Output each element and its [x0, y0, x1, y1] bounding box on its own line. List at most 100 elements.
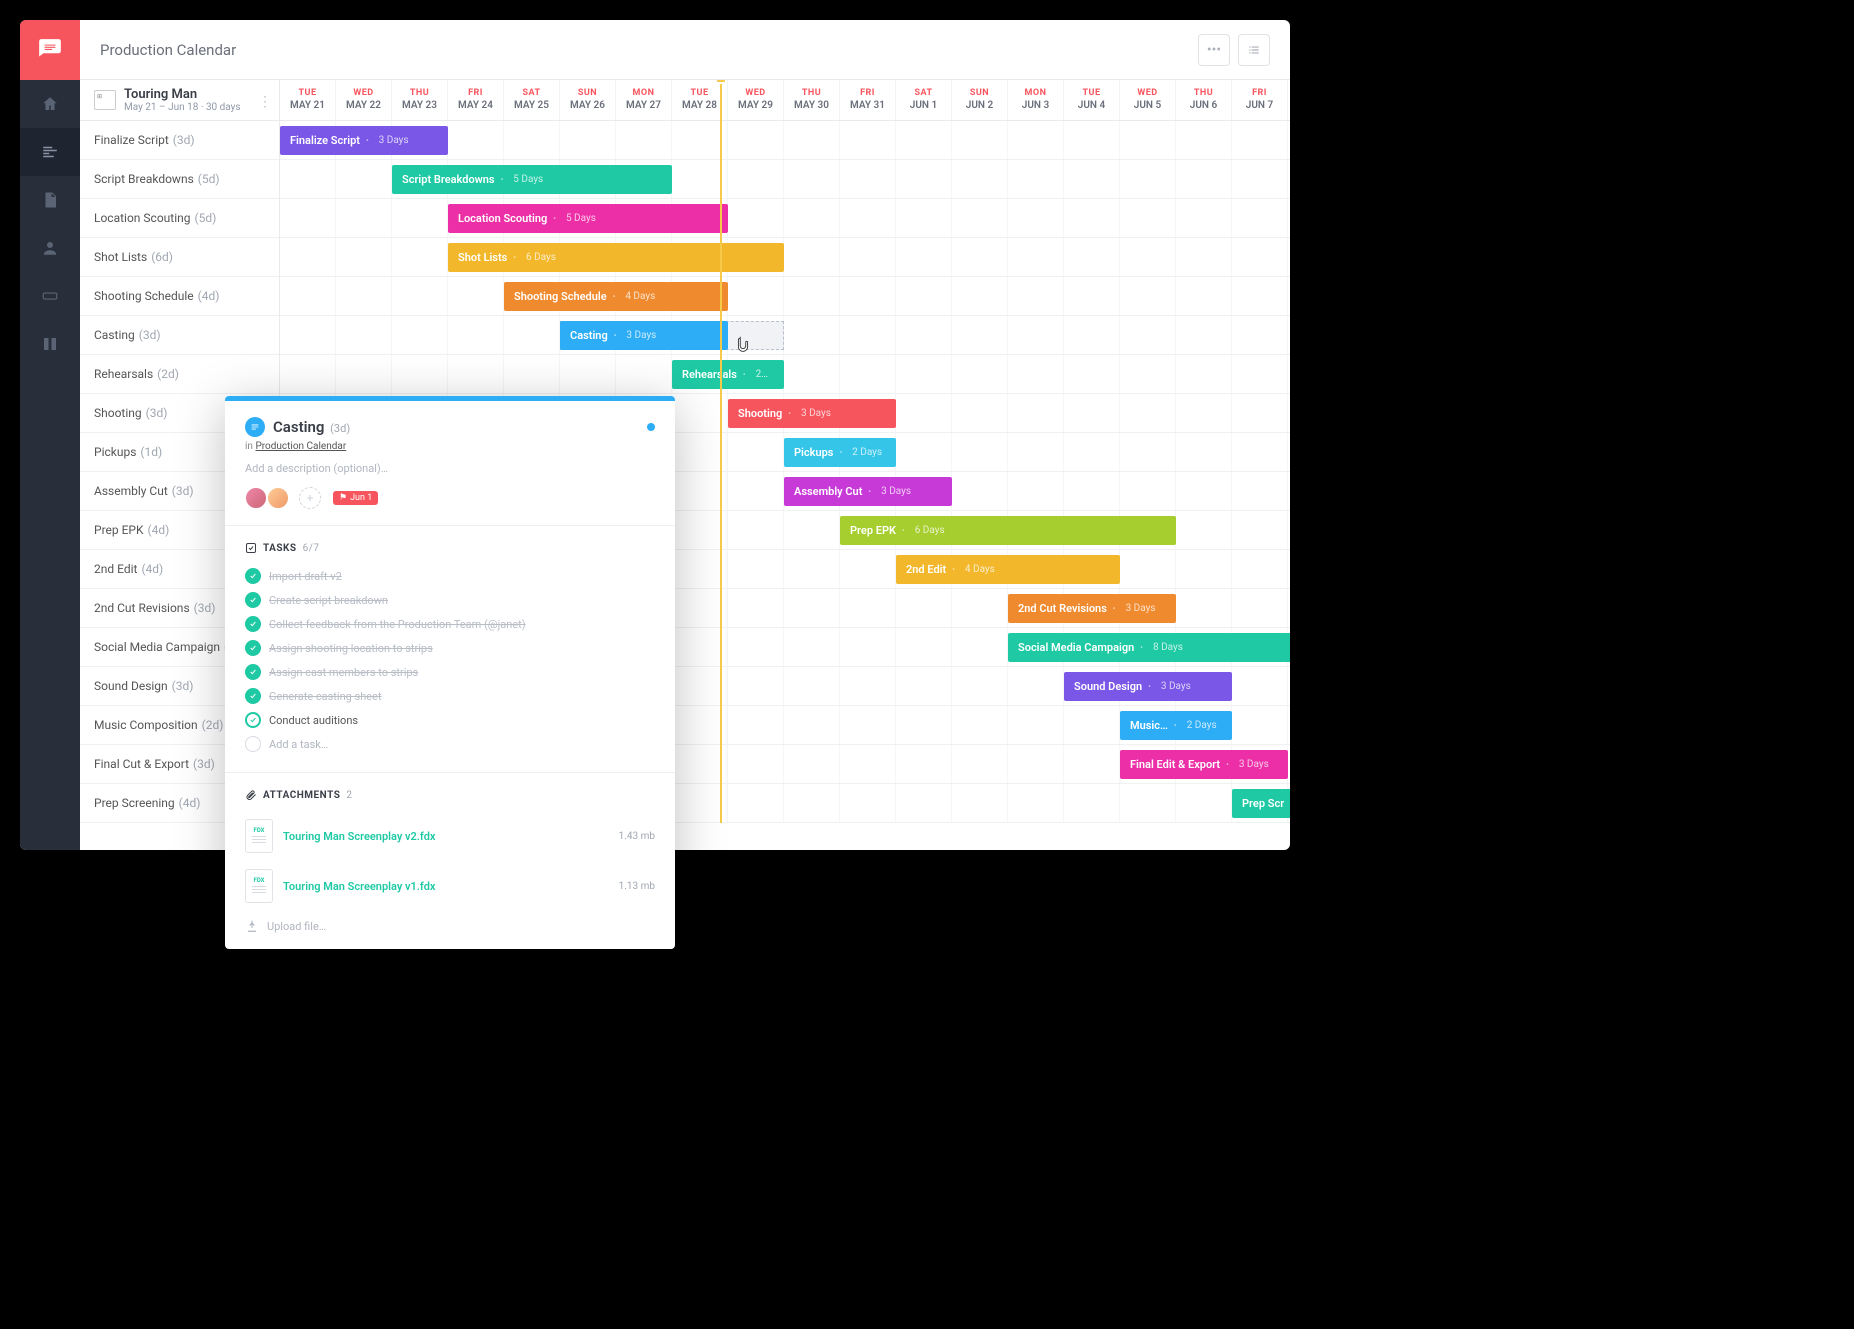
task-checkbox-done[interactable] — [245, 688, 261, 704]
attachment-item[interactable]: FDXTouring Man Screenplay v1.fdx1.13 mb — [245, 861, 655, 911]
task-item[interactable]: Collect feedback from the Production Tea… — [245, 612, 655, 636]
pointer-cursor-icon — [732, 334, 754, 356]
row-label[interactable]: Location Scouting (5d) — [80, 199, 279, 238]
file-icon: FDX — [245, 869, 273, 903]
popup-title: Casting (3d) — [273, 418, 350, 436]
gantt-row: Location Scouting•5 Days — [280, 199, 1290, 238]
date-cell[interactable]: SATMAY 25 — [504, 80, 560, 120]
row-label[interactable]: Shot Lists (6d) — [80, 238, 279, 277]
nav-documents[interactable] — [20, 176, 80, 224]
gantt-bar[interactable]: 2nd Edit•4 Days — [896, 555, 1120, 584]
assignee-avatar[interactable] — [267, 487, 289, 509]
row-label[interactable]: Script Breakdowns (5d) — [80, 160, 279, 199]
nav-timeline[interactable] — [20, 128, 80, 176]
gantt-bar[interactable]: Casting•3 Days — [560, 321, 728, 350]
date-cell[interactable]: WEDJUN 5 — [1120, 80, 1176, 120]
date-cell[interactable]: SUNMAY 26 — [560, 80, 616, 120]
gantt-bar[interactable]: Shooting•3 Days — [728, 399, 896, 428]
row-label[interactable]: Shooting Schedule (4d) — [80, 277, 279, 316]
task-item[interactable]: Create script breakdown — [245, 588, 655, 612]
project-meta: May 21 – Jun 18 · 30 days — [124, 102, 241, 113]
due-date-flag[interactable]: ⚑ Jun 1 — [333, 491, 378, 505]
nav-team[interactable] — [20, 224, 80, 272]
date-cell[interactable]: FRIMAY 31 — [840, 80, 896, 120]
gantt-bar[interactable]: Music…•2 Days — [1120, 711, 1232, 740]
gantt-bar[interactable]: Prep Scr — [1232, 789, 1290, 818]
gantt-bar[interactable]: Assembly Cut•3 Days — [784, 477, 952, 506]
date-cell[interactable]: TUEJUN 4 — [1064, 80, 1120, 120]
nav-library[interactable] — [20, 320, 80, 368]
attachments-section-header: ATTACHMENTS 2 — [245, 789, 655, 801]
gantt-bar[interactable]: Sound Design•3 Days — [1064, 672, 1232, 701]
nav-vip[interactable] — [20, 272, 80, 320]
gantt-bar[interactable]: Social Media Campaign•8 Days — [1008, 633, 1290, 662]
tasks-section-header: TASKS 6/7 — [245, 542, 655, 554]
date-cell[interactable]: FRIJUN 7 — [1232, 80, 1288, 120]
task-checkbox-done[interactable] — [245, 616, 261, 632]
task-checkbox-done[interactable] — [245, 568, 261, 584]
gantt-row: Shooting Schedule•4 Days — [280, 277, 1290, 316]
sidebar — [20, 20, 80, 850]
description-placeholder[interactable]: Add a description (optional)… — [245, 462, 655, 475]
topbar: Production Calendar ••• — [80, 20, 1290, 80]
date-cell[interactable]: WEDMAY 22 — [336, 80, 392, 120]
breadcrumb-link[interactable]: Production Calendar — [255, 441, 346, 452]
list-view-button[interactable] — [1238, 34, 1270, 66]
task-item[interactable]: Import draft v2 — [245, 564, 655, 588]
gantt-bar[interactable]: Rehearsals•2… — [672, 360, 784, 389]
task-checkbox-done[interactable] — [245, 592, 261, 608]
date-cell[interactable]: SUNJUN 2 — [952, 80, 1008, 120]
date-cell[interactable]: THUMAY 23 — [392, 80, 448, 120]
gantt-row: Finalize Script•3 Days — [280, 121, 1290, 160]
date-cell[interactable]: SATJUN 1 — [896, 80, 952, 120]
task-detail-popup: Casting (3d) in Production Calendar Add … — [225, 396, 675, 949]
upload-file-button[interactable]: Upload file… — [245, 919, 655, 933]
project-name: Touring Man — [124, 87, 241, 102]
row-label[interactable]: Rehearsals (2d) — [80, 355, 279, 394]
add-task-input[interactable]: Add a task… — [245, 732, 655, 756]
app-logo[interactable] — [20, 20, 80, 80]
gantt-bar[interactable]: Prep EPK•6 Days — [840, 516, 1176, 545]
row-label[interactable]: Casting (3d) — [80, 316, 279, 355]
date-cell[interactable]: THUJUN 6 — [1176, 80, 1232, 120]
task-item[interactable]: Assign cast members to strips — [245, 660, 655, 684]
date-cell[interactable]: WEDMAY 29 — [728, 80, 784, 120]
task-type-icon — [245, 417, 265, 437]
date-cell[interactable]: FRIMAY 24 — [448, 80, 504, 120]
gantt-bar[interactable]: Shooting Schedule•4 Days — [504, 282, 728, 311]
gantt-bar[interactable]: Script Breakdowns•5 Days — [392, 165, 672, 194]
project-header[interactable]: ⊞ Touring Man May 21 – Jun 18 · 30 days … — [80, 80, 280, 121]
task-checkbox-done[interactable] — [245, 664, 261, 680]
task-item[interactable]: Assign shooting location to strips — [245, 636, 655, 660]
row-label[interactable]: Finalize Script (3d) — [80, 121, 279, 160]
calendar-icon: ⊞ — [94, 90, 116, 110]
date-cell[interactable]: MONJUN 3 — [1008, 80, 1064, 120]
gantt-row: Rehearsals•2… — [280, 355, 1290, 394]
attachment-item[interactable]: FDXTouring Man Screenplay v2.fdx1.43 mb — [245, 811, 655, 861]
task-item[interactable]: Conduct auditions — [245, 708, 655, 732]
gantt-bar[interactable]: Shot Lists•6 Days — [448, 243, 784, 272]
task-checkbox-done[interactable] — [245, 640, 261, 656]
more-button[interactable]: ••• — [1198, 34, 1230, 66]
gantt-bar[interactable]: Location Scouting•5 Days — [448, 204, 728, 233]
gantt-row: Shot Lists•6 Days — [280, 238, 1290, 277]
date-cell[interactable]: TUEMAY 21 — [280, 80, 336, 120]
gantt-bar[interactable]: Final Edit & Export•3 Days — [1120, 750, 1288, 779]
project-menu[interactable]: ⋮ — [258, 94, 273, 110]
popup-breadcrumb: in Production Calendar — [245, 441, 655, 452]
date-cell[interactable]: THUMAY 30 — [784, 80, 840, 120]
page-title: Production Calendar — [100, 41, 236, 59]
topbar-actions: ••• — [1198, 34, 1270, 66]
gantt-row: Script Breakdowns•5 Days — [280, 160, 1290, 199]
gantt-row: Casting•3 Days — [280, 316, 1290, 355]
gantt-bar[interactable]: 2nd Cut Revisions•3 Days — [1008, 594, 1176, 623]
add-assignee-button[interactable]: + — [299, 487, 321, 509]
status-dot[interactable] — [647, 423, 655, 431]
assignee-avatar[interactable] — [245, 487, 267, 509]
nav-home[interactable] — [20, 80, 80, 128]
task-checkbox-open[interactable] — [245, 712, 261, 728]
task-item[interactable]: Generate casting sheet — [245, 684, 655, 708]
gantt-bar[interactable]: Pickups•2 Days — [784, 438, 896, 467]
date-cell[interactable]: MONMAY 27 — [616, 80, 672, 120]
gantt-bar[interactable]: Finalize Script•3 Days — [280, 126, 448, 155]
